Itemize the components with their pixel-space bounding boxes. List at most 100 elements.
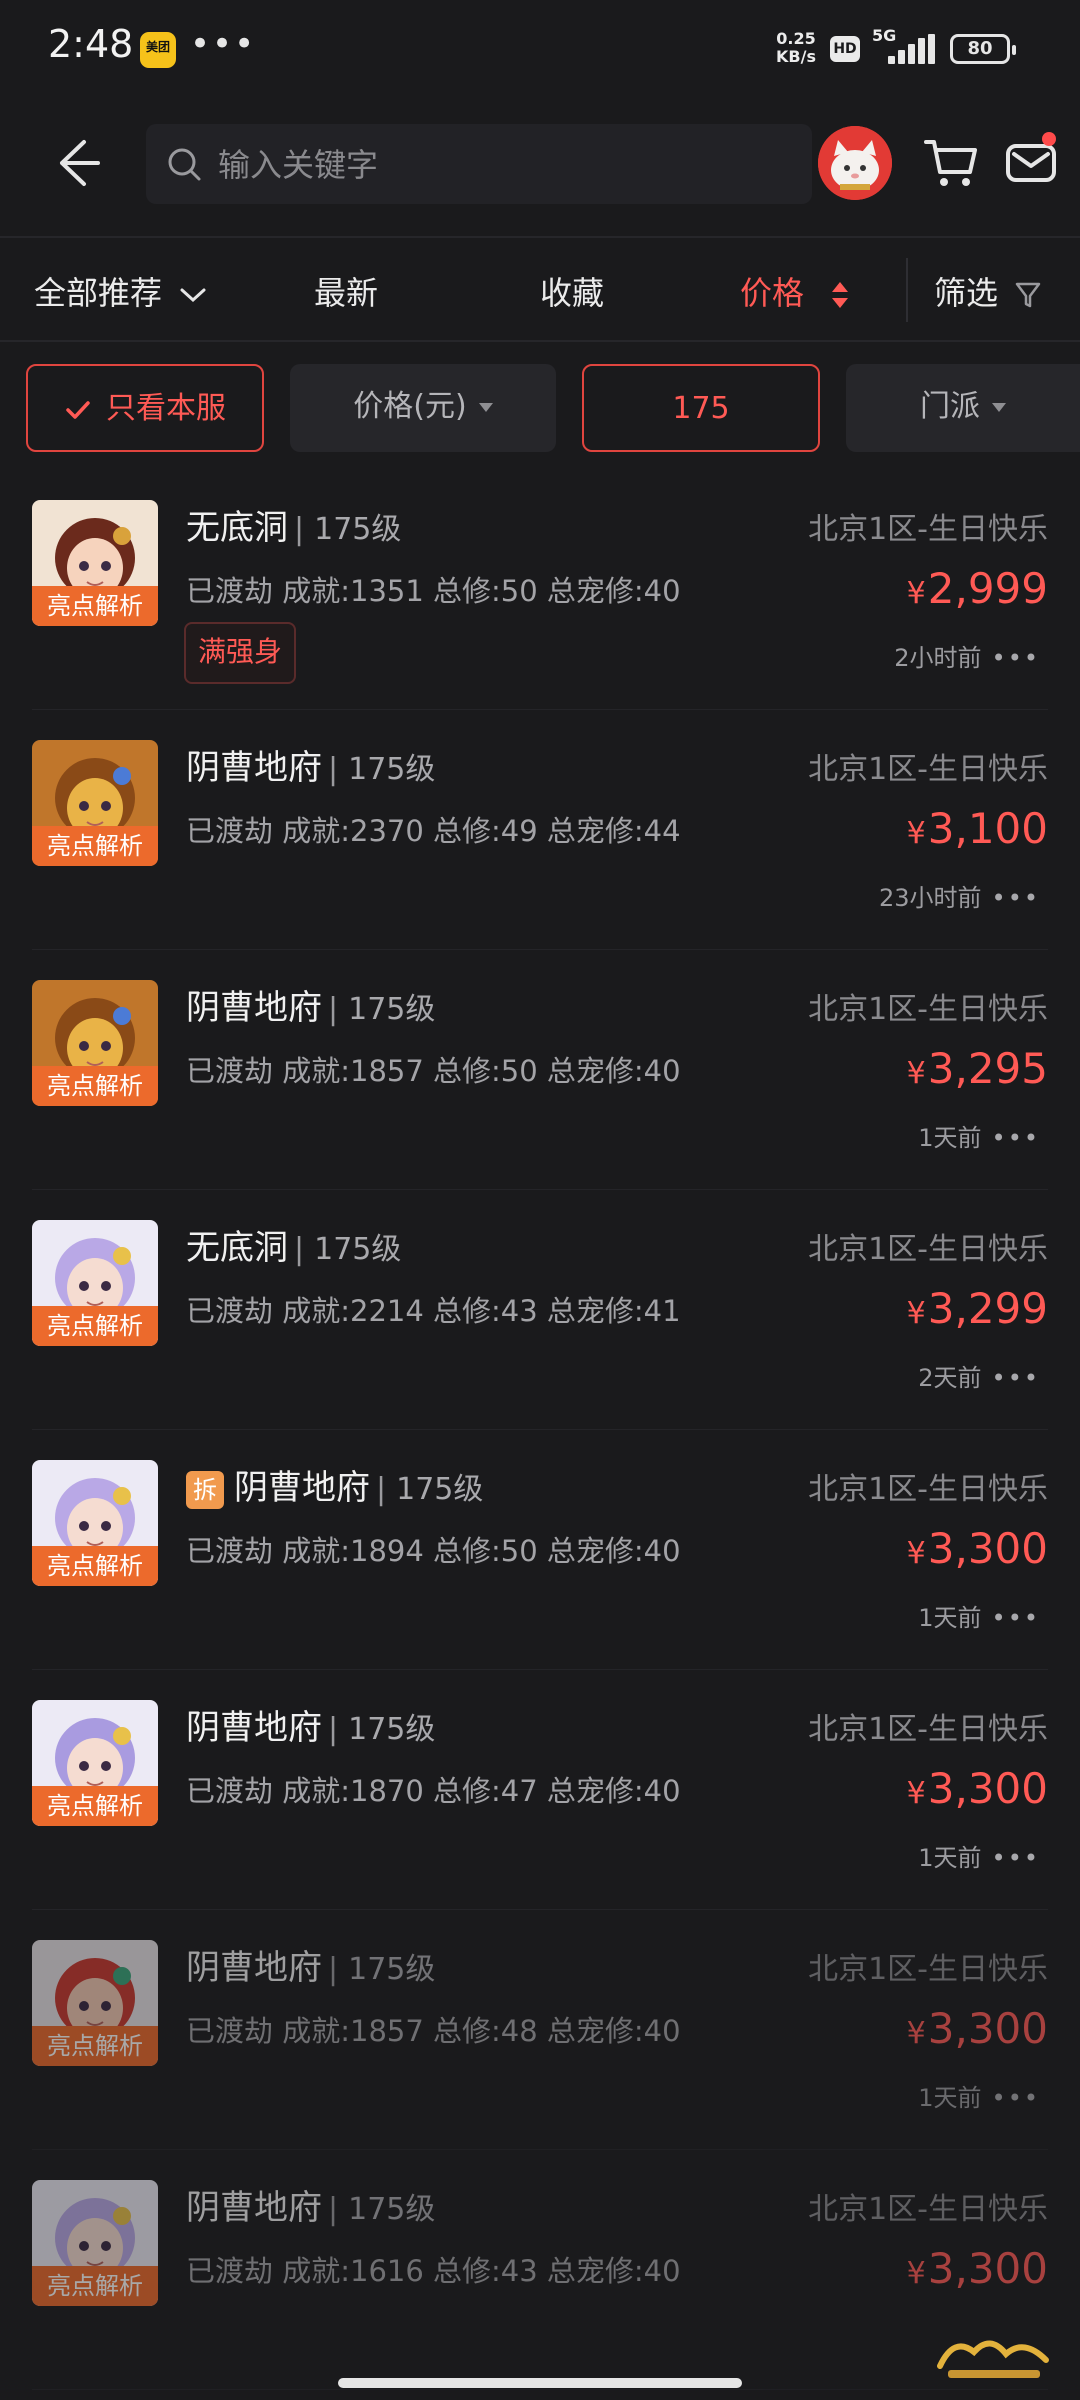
school-name: 阴曹地府 xyxy=(186,748,322,788)
tab-latest[interactable]: 最新 xyxy=(314,268,378,314)
price-filter-label: 价格(元) xyxy=(353,389,467,424)
character-stats: 已渡劫 成就:2370 总修:49 总宠修:44 xyxy=(186,814,681,848)
server-name: 北京1区-生日快乐 xyxy=(808,992,1048,1027)
listing-price: ¥3,300 xyxy=(907,1764,1048,1813)
same-server-chip[interactable]: 只看本服 xyxy=(26,364,264,452)
listing-item[interactable]: 亮点解析 阴曹地府 | 175级 北京1区-生日快乐 已渡劫 成就:1857 总修:… xyxy=(0,950,1080,1190)
listing-time: 1天前 ••• xyxy=(918,1118,1040,1153)
character-thumbnail[interactable]: 亮点解析 xyxy=(32,1940,158,2066)
listing-item[interactable]: 亮点解析 阴曹地府 | 175级 北京1区-生日快乐 已渡劫 成就:2370 总修:… xyxy=(0,710,1080,950)
forum-watermark-logo xyxy=(937,2340,1049,2378)
back-button[interactable] xyxy=(40,128,110,198)
character-stats: 已渡劫 成就:1351 总修:50 总宠修:40 xyxy=(186,574,681,608)
more-options-icon[interactable]: ••• xyxy=(992,2084,1040,2112)
search-bar[interactable] xyxy=(146,124,812,204)
network-speed: 0.25 KB/s xyxy=(776,30,816,66)
character-level: 175级 xyxy=(314,512,402,547)
currency-symbol: ¥ xyxy=(906,1776,926,1811)
server-name: 北京1区-生日快乐 xyxy=(808,752,1048,787)
character-level: 175级 xyxy=(348,1712,436,1747)
server-name: 北京1区-生日快乐 xyxy=(808,1472,1048,1507)
avatar[interactable] xyxy=(818,126,892,200)
highlight-analysis-tag: 亮点解析 xyxy=(32,1306,158,1346)
more-options-icon[interactable]: ••• xyxy=(992,1364,1040,1392)
price-value: 3,299 xyxy=(927,1284,1048,1333)
character-thumbnail[interactable]: 亮点解析 xyxy=(32,2180,158,2306)
listing-price: ¥3,300 xyxy=(907,1524,1048,1573)
currency-symbol: ¥ xyxy=(906,1536,926,1571)
listing-item[interactable]: 亮点解析 阴曹地府 | 175级 北京1区-生日快乐 已渡劫 成就:1616 总修:… xyxy=(0,2150,1080,2390)
tabs-divider xyxy=(0,340,1080,342)
listing-item[interactable]: 亮点解析 拆阴曹地府 | 175级 北京1区-生日快乐 已渡劫 成就:1894 总修… xyxy=(0,1430,1080,1670)
listing-item[interactable]: 亮点解析 无底洞 | 175级 北京1区-生日快乐 已渡劫 成就:1351 总修:5… xyxy=(0,470,1080,710)
listing-title: 阴曹地府 | 175级 xyxy=(186,2180,435,2229)
character-thumbnail[interactable]: 亮点解析 xyxy=(32,1460,158,1586)
listing-item[interactable]: 亮点解析 阴曹地府 | 175级 北京1区-生日快乐 已渡劫 成就:1870 总修:… xyxy=(0,1670,1080,1910)
more-options-icon[interactable]: ••• xyxy=(992,1124,1040,1152)
title-separator: | xyxy=(328,2192,339,2227)
character-level: 175级 xyxy=(348,752,436,787)
more-options-icon[interactable]: ••• xyxy=(992,1844,1040,1872)
more-options-icon[interactable]: ••• xyxy=(992,884,1040,912)
level-filter-label: 175 xyxy=(672,391,730,426)
highlight-analysis-tag: 亮点解析 xyxy=(32,1066,158,1106)
status-time: 2:48 xyxy=(48,22,134,66)
time-label: 2天前 xyxy=(918,1364,982,1392)
character-thumbnail[interactable]: 亮点解析 xyxy=(32,1700,158,1826)
character-thumbnail[interactable]: 亮点解析 xyxy=(32,740,158,866)
same-server-label: 只看本服 xyxy=(106,391,226,426)
character-stats: 已渡劫 成就:2214 总修:43 总宠修:41 xyxy=(186,1294,681,1328)
price-value: 3,300 xyxy=(927,1524,1048,1573)
character-stats: 已渡劫 成就:1894 总修:50 总宠修:40 xyxy=(186,1534,681,1568)
title-separator: | xyxy=(294,1232,305,1267)
level-filter-chip[interactable]: 175 xyxy=(582,364,820,452)
school-name: 阴曹地府 xyxy=(186,988,322,1028)
listing-price: ¥3,100 xyxy=(907,804,1048,853)
character-thumbnail[interactable]: 亮点解析 xyxy=(32,980,158,1106)
title-separator: | xyxy=(328,752,339,787)
tab-filter[interactable]: 筛选 xyxy=(934,268,1042,314)
header-divider xyxy=(0,236,1080,238)
tab-separator xyxy=(906,258,908,322)
school-name: 阴曹地府 xyxy=(186,1708,322,1748)
tab-favorite[interactable]: 收藏 xyxy=(540,268,604,314)
character-thumbnail[interactable]: 亮点解析 xyxy=(32,500,158,626)
character-level: 175级 xyxy=(396,1472,484,1507)
character-thumbnail[interactable]: 亮点解析 xyxy=(32,1220,158,1346)
tab-price-label: 价格 xyxy=(740,274,805,312)
time-label: 1天前 xyxy=(918,1124,982,1152)
home-indicator[interactable] xyxy=(338,2378,742,2388)
listing-item[interactable]: 亮点解析 无底洞 | 175级 北京1区-生日快乐 已渡劫 成就:2214 总修:4… xyxy=(0,1190,1080,1430)
currency-symbol: ¥ xyxy=(906,816,926,851)
listing-time: 1天前 ••• xyxy=(918,1838,1040,1873)
character-level: 175级 xyxy=(314,1232,402,1267)
listing-price: ¥3,300 xyxy=(907,2244,1048,2293)
filter-funnel-icon xyxy=(1015,282,1041,308)
tab-price[interactable]: 价格 xyxy=(740,268,852,314)
character-level: 175级 xyxy=(348,2192,436,2227)
listing-title: 无底洞 | 175级 xyxy=(186,1220,401,1269)
currency-symbol: ¥ xyxy=(906,1056,926,1091)
more-options-icon[interactable]: ••• xyxy=(992,1604,1040,1632)
listing-price: ¥3,295 xyxy=(907,1044,1048,1093)
listing-time: 1天前 ••• xyxy=(918,2078,1040,2113)
more-options-icon[interactable]: ••• xyxy=(992,644,1040,672)
shopping-cart-icon xyxy=(924,140,977,186)
tab-all-recommended[interactable]: 全部推荐 xyxy=(34,268,208,314)
highlight-analysis-tag: 亮点解析 xyxy=(32,2026,158,2066)
price-filter-chip[interactable]: 价格(元) xyxy=(290,364,556,452)
sort-bar: 全部推荐 最新 收藏 价格 筛选 xyxy=(0,240,1080,340)
listing-time: 23小时前 ••• xyxy=(879,878,1040,913)
school-filter-chip[interactable]: 门派 xyxy=(846,364,1080,452)
item-divider xyxy=(32,2389,1048,2390)
listing-price: ¥3,300 xyxy=(907,2004,1048,2053)
highlight-analysis-tag: 亮点解析 xyxy=(32,1786,158,1826)
listing-item[interactable]: 亮点解析 阴曹地府 | 175级 北京1区-生日快乐 已渡劫 成就:1857 总修:… xyxy=(0,1910,1080,2150)
listing-title: 阴曹地府 | 175级 xyxy=(186,740,435,789)
server-name: 北京1区-生日快乐 xyxy=(808,512,1048,547)
notification-dots: ••• xyxy=(190,24,257,64)
server-name: 北京1区-生日快乐 xyxy=(808,1712,1048,1747)
price-value: 3,100 xyxy=(927,804,1048,853)
cart-button[interactable] xyxy=(920,132,982,194)
search-input[interactable] xyxy=(216,140,780,190)
